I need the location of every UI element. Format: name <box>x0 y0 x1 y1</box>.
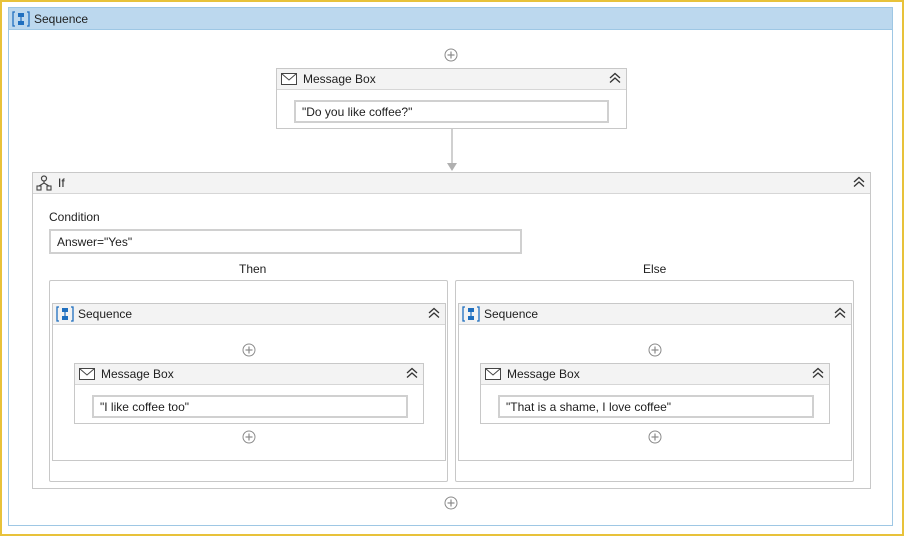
then-sequence-title: Sequence <box>78 307 133 321</box>
add-activity-plus-icon[interactable] <box>444 496 458 510</box>
envelope-icon <box>79 368 95 380</box>
add-activity-plus-icon[interactable] <box>648 430 662 444</box>
message-text-input[interactable]: "That is a shame, I love coffee" <box>498 395 814 418</box>
condition-label: Condition <box>49 210 100 224</box>
if-icon <box>36 175 52 191</box>
then-sequence-header[interactable]: Sequence <box>53 304 445 325</box>
else-sequence-header[interactable]: Sequence <box>459 304 851 325</box>
collapse-icon[interactable] <box>405 366 419 380</box>
message-box-title: Message Box <box>507 367 580 381</box>
else-message-box-activity[interactable]: Message Box "That is a shame, I love cof… <box>480 363 830 424</box>
message-box-title: Message Box <box>101 367 174 381</box>
then-label: Then <box>239 262 267 276</box>
message-box-title: Message Box <box>303 72 376 86</box>
if-title: If <box>58 176 65 190</box>
add-activity-plus-icon[interactable] <box>444 48 458 62</box>
add-activity-plus-icon[interactable] <box>648 343 662 357</box>
message-text-input[interactable]: "I like coffee too" <box>92 395 408 418</box>
collapse-icon[interactable] <box>608 71 622 85</box>
outer-sequence-header[interactable]: Sequence <box>9 8 892 30</box>
message-box-header[interactable]: Message Box <box>277 69 626 90</box>
sequence-icon <box>12 11 30 27</box>
condition-input[interactable]: Answer="Yes" <box>49 229 522 254</box>
envelope-icon <box>281 73 297 85</box>
message-box-header[interactable]: Message Box <box>75 364 423 385</box>
if-header[interactable]: If <box>33 173 870 194</box>
message-box-header[interactable]: Message Box <box>481 364 829 385</box>
collapse-icon[interactable] <box>811 366 825 380</box>
collapse-icon[interactable] <box>852 175 866 189</box>
outer-sequence-title: Sequence <box>34 11 89 26</box>
collapse-icon[interactable] <box>833 306 847 320</box>
message-text-input[interactable]: "Do you like coffee?" <box>294 100 609 123</box>
add-activity-plus-icon[interactable] <box>242 343 256 357</box>
connector-arrow <box>447 129 457 171</box>
sequence-icon <box>56 306 74 322</box>
sequence-icon <box>462 306 480 322</box>
then-message-box-activity[interactable]: Message Box "I like coffee too" <box>74 363 424 424</box>
else-sequence-title: Sequence <box>484 307 539 321</box>
add-activity-plus-icon[interactable] <box>242 430 256 444</box>
collapse-icon[interactable] <box>427 306 441 320</box>
envelope-icon <box>485 368 501 380</box>
message-box-activity[interactable]: Message Box "Do you like coffee?" <box>276 68 627 129</box>
else-label: Else <box>643 262 667 276</box>
